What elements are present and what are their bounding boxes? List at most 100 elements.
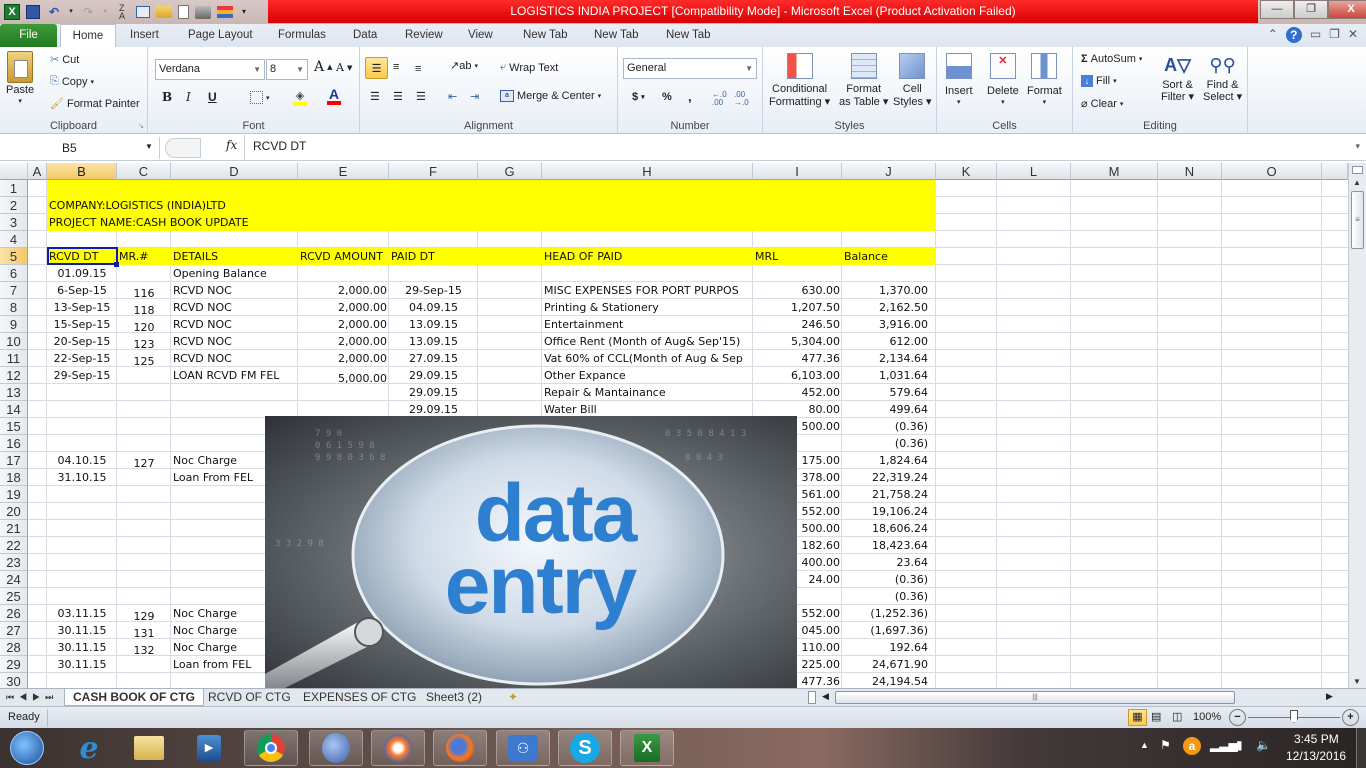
horizontal-scroll-thumb[interactable]: ||| [835, 691, 1235, 704]
decrease-decimal-button[interactable]: .00 →.0 [734, 91, 749, 107]
tab-split-handle[interactable] [808, 691, 816, 704]
cell-f10[interactable]: 13.09.15 [389, 333, 478, 350]
form-icon[interactable] [136, 6, 150, 18]
cell-b11[interactable]: 22-Sep-15 [47, 350, 117, 367]
cell-b7[interactable]: 6-Sep-15 [47, 282, 117, 299]
show-desktop-button[interactable] [1356, 728, 1366, 768]
redo-dropdown-icon[interactable]: ▾ [102, 4, 108, 20]
tab-data[interactable]: Data [345, 24, 385, 47]
cell-b26[interactable]: 03.11.15 [47, 605, 117, 622]
scroll-up-icon[interactable]: ▲ [1353, 178, 1361, 187]
cell-c26[interactable]: 129 [117, 605, 171, 622]
row-header-7[interactable]: 7 [0, 282, 28, 299]
column-header-c[interactable]: C [117, 163, 171, 180]
row-header-19[interactable]: 19 [0, 486, 28, 503]
sort-filter-button[interactable]: A▽ Sort & Filter ▾ [1161, 51, 1194, 103]
taskbar-chrome[interactable] [244, 730, 298, 766]
row-header-8[interactable]: 8 [0, 299, 28, 316]
tab-insert[interactable]: Insert [122, 24, 167, 47]
tab-home[interactable]: Home [60, 24, 116, 47]
tab-new-tab-2[interactable]: New Tab [586, 24, 647, 47]
column-header-l[interactable]: L [997, 163, 1071, 180]
number-format-combo[interactable]: General ▼ [623, 58, 757, 79]
restore-button[interactable]: ❐ [1294, 0, 1328, 19]
row-header-3[interactable]: 3 [0, 214, 28, 231]
shrink-font-button[interactable]: A ▼ [336, 61, 352, 74]
row-header-22[interactable]: 22 [0, 537, 28, 554]
clear-button[interactable]: ⌀ Clear ▾ [1081, 97, 1123, 111]
cell-b28[interactable]: 30.11.15 [47, 639, 117, 656]
network-signal-icon[interactable]: ▂▃▅ [1210, 738, 1238, 752]
row-header-28[interactable]: 28 [0, 639, 28, 656]
row-header-21[interactable]: 21 [0, 520, 28, 537]
cell-j23[interactable]: 23.64 [842, 554, 936, 571]
scroll-right-icon[interactable]: ▶ [1326, 691, 1333, 702]
column-header-d[interactable]: D [171, 163, 298, 180]
cell-j17[interactable]: 1,824.64 [842, 452, 936, 469]
row-header-16[interactable]: 16 [0, 435, 28, 452]
header-cell-h[interactable]: HEAD OF PAID [542, 248, 753, 265]
cell-i11[interactable]: 477.36 [753, 350, 842, 367]
taskbar-people[interactable]: ⚇ [496, 730, 550, 766]
header-cell-c[interactable]: MR.# [117, 248, 171, 265]
tab-review[interactable]: Review [397, 24, 451, 47]
orientation-button[interactable]: ↗ab ▾ [450, 59, 478, 72]
insert-cells-button[interactable]: Insert ▾ [945, 53, 973, 106]
tab-new-tab-3[interactable]: New Tab [658, 24, 719, 47]
data-entry-picture[interactable]: 7 9 0 0 6 1 5 9 8 9 9 8 0 3 6 8 0 3 5 0 8 … [265, 416, 797, 688]
column-header-o[interactable]: O [1222, 163, 1322, 180]
sheet-tab-expenses[interactable]: EXPENSES OF CTG [303, 689, 416, 706]
cell-j28[interactable]: 192.64 [842, 639, 936, 656]
cell-h10[interactable]: Office Rent (Month of Aug& Sep'15) [542, 333, 753, 350]
cell-d11[interactable]: RCVD NOC [171, 350, 298, 367]
cell-d9[interactable]: RCVD NOC [171, 316, 298, 333]
row-header-4[interactable]: 4 [0, 231, 28, 248]
column-header-n[interactable]: N [1158, 163, 1222, 180]
conditional-formatting-button[interactable]: Conditional Formatting ▾ [769, 53, 830, 108]
cell-j9[interactable]: 3,916.00 [842, 316, 936, 333]
row-header-2[interactable]: 2 [0, 197, 28, 214]
header-cell-i[interactable]: MRL [753, 248, 842, 265]
cut-button[interactable]: ✂ Cut [50, 53, 79, 67]
scroll-thumb[interactable]: ≡ [1351, 191, 1364, 249]
undo-icon[interactable]: ↶ [46, 4, 62, 20]
customize-qat-icon[interactable]: ▾ [239, 4, 249, 20]
row-header-14[interactable]: 14 [0, 401, 28, 418]
cell-j25[interactable]: (0.36) [842, 588, 936, 605]
header-cell-d[interactable]: DETAILS [171, 248, 298, 265]
new-document-icon[interactable] [178, 5, 189, 19]
cell-j12[interactable]: 1,031.64 [842, 367, 936, 384]
cell-j24[interactable]: (0.36) [842, 571, 936, 588]
column-header-f[interactable]: F [389, 163, 478, 180]
row-header-12[interactable]: 12 [0, 367, 28, 384]
taskbar-firefox-alt[interactable] [371, 730, 425, 766]
find-select-button[interactable]: ⚲⚲ Find & Select ▾ [1203, 51, 1242, 103]
tab-view[interactable]: View [460, 24, 501, 47]
italic-button[interactable]: I [186, 90, 191, 104]
zoom-out-button[interactable]: − [1229, 709, 1246, 726]
column-header-j[interactable]: J [842, 163, 936, 180]
column-header-g[interactable]: G [478, 163, 542, 180]
cell-j22[interactable]: 18,423.64 [842, 537, 936, 554]
cell-h12[interactable]: Other Expance [542, 367, 753, 384]
tab-new-tab-1[interactable]: New Tab [515, 24, 576, 47]
row-header-23[interactable]: 23 [0, 554, 28, 571]
cell-b8[interactable]: 13-Sep-15 [47, 299, 117, 316]
cell-b10[interactable]: 20-Sep-15 [47, 333, 117, 350]
sort-az-icon[interactable]: ZA [114, 4, 130, 21]
cell-j26[interactable]: (1,252.36) [842, 605, 936, 622]
tab-formulas[interactable]: Formulas [270, 24, 334, 47]
column-header-b[interactable]: B [47, 163, 117, 180]
cell-i7[interactable]: 630.00 [753, 282, 842, 299]
cell-b18[interactable]: 31.10.15 [47, 469, 117, 486]
minimize-button[interactable]: — [1260, 0, 1294, 19]
company-name-cell[interactable]: COMPANY:LOGISTICS (INDIA)LTD [47, 197, 753, 214]
workbook-close-icon[interactable]: ✕ [1348, 27, 1358, 43]
insert-sheet-icon[interactable]: ✦ [508, 689, 518, 706]
cell-d10[interactable]: RCVD NOC [171, 333, 298, 350]
cell-f8[interactable]: 04.09.15 [389, 299, 478, 316]
cell-f13[interactable]: 29.09.15 [389, 384, 478, 401]
cell-e7[interactable]: 2,000.00 [298, 282, 389, 299]
row-header-6[interactable]: 6 [0, 265, 28, 282]
cell-f11[interactable]: 27.09.15 [389, 350, 478, 367]
